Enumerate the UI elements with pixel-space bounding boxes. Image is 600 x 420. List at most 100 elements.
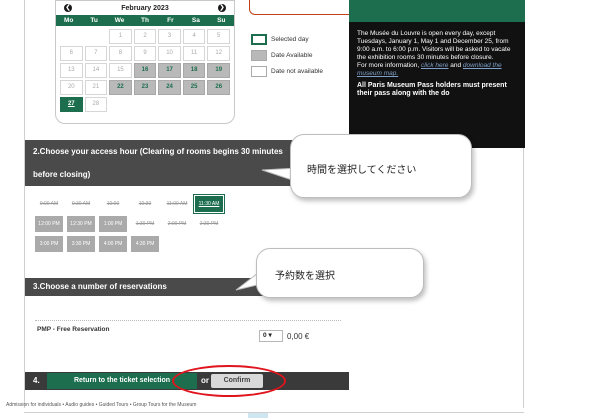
calendar-day: 7 bbox=[84, 46, 108, 61]
calendar-legend: Selected day Date Available Date not ava… bbox=[251, 34, 323, 82]
time-selection-callout: 時間を選択してください bbox=[290, 134, 472, 198]
calendar-header: ❮ February 2023 ❯ bbox=[56, 1, 234, 15]
time-slot[interactable]: 4:00 PM bbox=[99, 236, 127, 252]
calendar-day: 9 bbox=[133, 46, 157, 61]
time-callout-text: 時間を選択してください bbox=[307, 165, 417, 176]
bottom-tab bbox=[248, 413, 268, 418]
step-4-number: 4. bbox=[33, 376, 40, 385]
reservation-count-callout: 予約数を選択 bbox=[256, 248, 424, 298]
time-slot: 9:00 AM bbox=[39, 201, 59, 207]
calendar-day: 1 bbox=[109, 29, 132, 44]
calendar-day[interactable]: 27 bbox=[60, 97, 83, 112]
legend-not-available-swatch bbox=[251, 66, 267, 77]
calendar-day: 3 bbox=[158, 29, 181, 44]
calendar-day: 15 bbox=[109, 63, 132, 78]
calendar-empty-cell bbox=[85, 29, 108, 44]
confirm-highlight-ellipse bbox=[172, 365, 286, 397]
time-slot: 9:30 AM bbox=[71, 201, 91, 207]
calendar-day: 8 bbox=[109, 46, 132, 61]
section-3-title: 3.Choose a number of reservations bbox=[33, 282, 167, 291]
reservation-label: PMP - Free Reservation bbox=[37, 326, 110, 333]
calendar-day[interactable]: 16 bbox=[133, 63, 157, 78]
time-slot-row: 12:00 PM 12:30 PM 1:00 PM 1:30 PM 2:00 PM 2:3… bbox=[35, 216, 335, 232]
weekday-label: Mo bbox=[64, 17, 74, 24]
time-slot: 10:30 bbox=[138, 201, 152, 207]
weekday-label: Tu bbox=[90, 17, 98, 24]
chevron-down-icon: ▾ bbox=[268, 332, 272, 339]
legend-selected: Selected day bbox=[251, 34, 323, 45]
weekday-label: We bbox=[114, 17, 125, 24]
museum-info-panel: The Musée du Louvre is open every day, e… bbox=[349, 0, 525, 148]
reservation-callout-text: 予約数を選択 bbox=[275, 271, 335, 282]
time-slot: 2:00 PM bbox=[167, 221, 187, 227]
time-slot[interactable]: 12:00 PM bbox=[35, 216, 63, 232]
calendar-empty-cell bbox=[109, 97, 132, 112]
time-slot[interactable]: 12:30 PM bbox=[67, 216, 95, 232]
calendar-day: 12 bbox=[207, 46, 230, 61]
calendar-day: 28 bbox=[84, 97, 108, 112]
time-slot: 2:30 PM bbox=[199, 221, 219, 227]
legend-available: Date Available bbox=[251, 50, 323, 61]
reservation-row: PMP - Free Reservation 0 ▾ 0,00 € bbox=[35, 320, 341, 348]
legend-selected-swatch bbox=[251, 34, 267, 45]
time-slot[interactable]: 11:30 AM bbox=[193, 194, 225, 214]
opening-hours-text: The Musée du Louvre is open every day, e… bbox=[357, 30, 511, 61]
time-slot[interactable]: 3:30 PM bbox=[67, 236, 95, 252]
calendar-day: 11 bbox=[182, 46, 206, 61]
legend-available-label: Date Available bbox=[271, 52, 313, 59]
time-slot: 1:30 PM bbox=[135, 221, 155, 227]
calendar-day[interactable]: 24 bbox=[158, 80, 181, 95]
calendar-day: 13 bbox=[60, 63, 83, 78]
reservation-quantity-select[interactable]: 0 ▾ bbox=[259, 330, 283, 342]
calendar-weekday-row: Mo Tu We Th Fr Sa Su bbox=[56, 15, 234, 26]
ticketing-page: ❮ February 2023 ❯ Mo Tu We Th Fr Sa Su 1234567… bbox=[24, 0, 525, 408]
more-info-line: For more information, click here and dow… bbox=[357, 62, 517, 78]
weekday-label: Su bbox=[217, 17, 226, 24]
legend-not-available: Date not available bbox=[251, 66, 323, 77]
legend-selected-label: Selected day bbox=[271, 36, 309, 43]
legend-available-swatch bbox=[251, 50, 267, 61]
calendar-day[interactable]: 17 bbox=[158, 63, 181, 78]
calendar-day[interactable]: 22 bbox=[109, 80, 132, 95]
calendar-day: 20 bbox=[60, 80, 83, 95]
time-slot-row: 9:00 AM 9:30 AM 10:00 10:30 11:00 AM 11:30 AM bbox=[35, 194, 335, 214]
prev-month-icon[interactable]: ❮ bbox=[64, 4, 72, 12]
reservation-price: 0,00 € bbox=[287, 332, 310, 341]
calendar-day: 21 bbox=[84, 80, 108, 95]
calendar-day[interactable]: 23 bbox=[133, 80, 157, 95]
calendar-day: 5 bbox=[207, 29, 230, 44]
calendar-day: 14 bbox=[84, 63, 108, 78]
legend-not-available-label: Date not available bbox=[271, 68, 324, 75]
weekday-label: Fr bbox=[167, 17, 174, 24]
time-slot-grid: 9:00 AM 9:30 AM 10:00 10:30 11:00 AM 11:30 AM… bbox=[35, 194, 335, 256]
weekday-label: Th bbox=[141, 17, 149, 24]
calendar-empty-cell bbox=[158, 97, 181, 112]
calendar-day[interactable]: 26 bbox=[207, 80, 230, 95]
time-slot[interactable]: 4:30 PM bbox=[131, 236, 159, 252]
calendar-day[interactable]: 18 bbox=[182, 63, 206, 78]
next-month-icon[interactable]: ❯ bbox=[217, 4, 226, 12]
and-text: and bbox=[450, 62, 462, 69]
time-slot[interactable]: 1:00 PM bbox=[99, 216, 127, 232]
click-here-link[interactable]: click here bbox=[421, 62, 448, 69]
bottom-divider bbox=[24, 412, 524, 413]
date-calendar: ❮ February 2023 ❯ Mo Tu We Th Fr Sa Su 1234567… bbox=[55, 0, 235, 124]
calendar-day-grid: 1 2 3 4 5 6 7 8 9 10 11 12 13 14 15 16 17 18 19 20 21 22 23 24 2… bbox=[56, 26, 234, 115]
calendar-day[interactable]: 19 bbox=[207, 63, 230, 78]
calendar-day: 2 bbox=[133, 29, 157, 44]
calendar-day: 4 bbox=[182, 29, 206, 44]
time-slot: 11:00 AM bbox=[166, 201, 188, 207]
calendar-day[interactable]: 25 bbox=[182, 80, 206, 95]
calendar-month-title: February 2023 bbox=[121, 4, 169, 12]
calendar-empty-cell bbox=[183, 97, 206, 112]
calendar-empty-cell bbox=[134, 97, 157, 112]
time-slot: 10:00 bbox=[106, 201, 120, 207]
pass-holders-note: All Paris Museum Pass holders must prese… bbox=[357, 82, 507, 97]
info-panel-header bbox=[349, 0, 525, 22]
time-slot[interactable]: 3:00 PM bbox=[35, 236, 63, 252]
calendar-empty-cell bbox=[207, 97, 230, 112]
quantity-value: 0 bbox=[263, 332, 267, 339]
more-info-prefix: For more information, bbox=[357, 62, 420, 69]
weekday-label: Sa bbox=[191, 17, 200, 24]
calendar-empty-cell bbox=[60, 29, 83, 44]
